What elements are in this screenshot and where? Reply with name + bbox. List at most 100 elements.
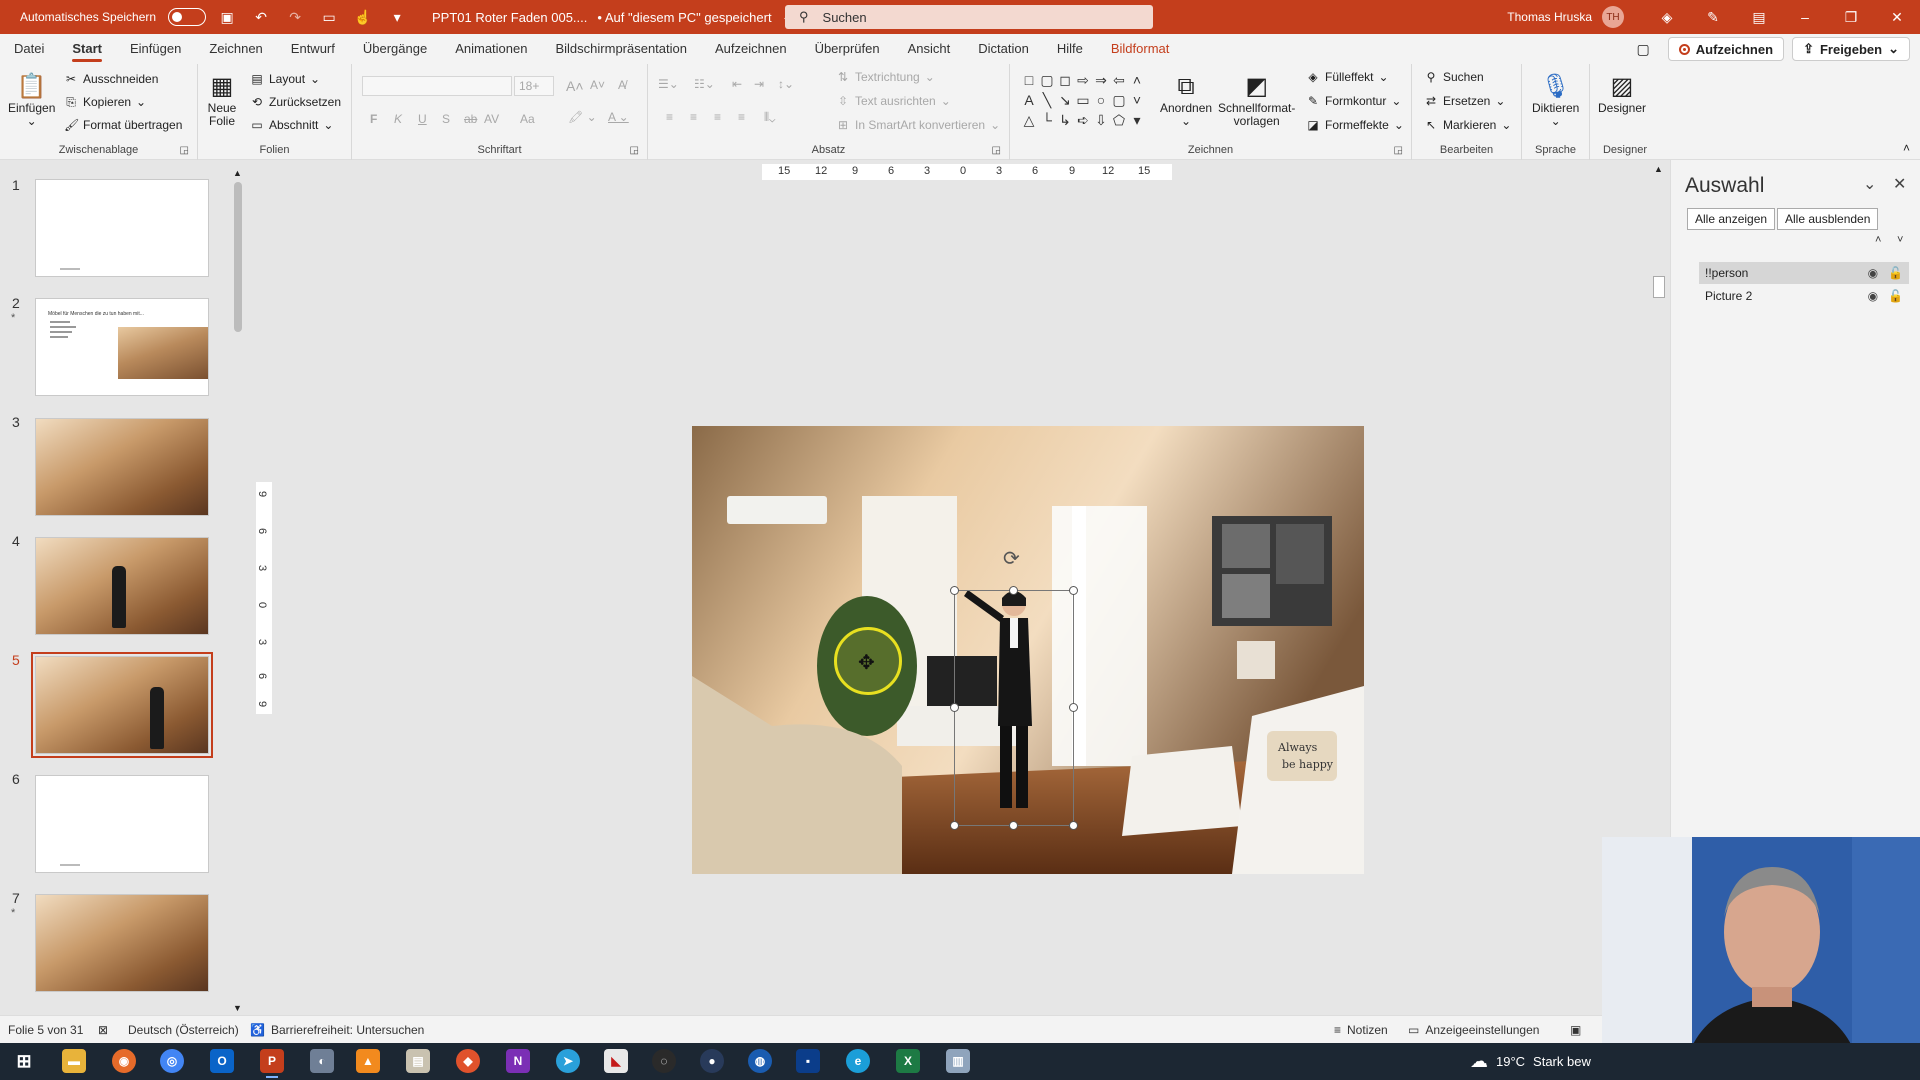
- slide-thumbnail-6[interactable]: [35, 775, 209, 873]
- clear-format-icon[interactable]: A̸: [618, 78, 626, 92]
- tab-zeichnen[interactable]: Zeichnen: [195, 34, 276, 64]
- tab-bildschirmpraesentation[interactable]: Bildschirmpräsentation: [541, 34, 701, 64]
- app-icon[interactable]: ◐: [310, 1049, 334, 1073]
- pentagon-shape-icon[interactable]: ⬠: [1110, 110, 1128, 130]
- block-arrow-shape-icon[interactable]: ➪: [1074, 110, 1092, 130]
- app-icon[interactable]: ◆: [456, 1049, 480, 1073]
- send-backward-icon[interactable]: ˅: [1897, 234, 1903, 246]
- language-indicator[interactable]: Deutsch (Österreich): [128, 1023, 239, 1037]
- avatar[interactable]: TH: [1602, 6, 1624, 28]
- vertical-ruler[interactable]: 9 6 3 0 3 6 9: [256, 482, 272, 714]
- resize-handle[interactable]: [1069, 586, 1078, 595]
- save-icon[interactable]: ▣: [214, 5, 240, 29]
- arrange-button[interactable]: ⧉ Anordnen ⌄: [1160, 70, 1212, 128]
- strikethrough-icon[interactable]: ab: [464, 112, 477, 126]
- tab-einfuegen[interactable]: Einfügen: [116, 34, 195, 64]
- justify-icon[interactable]: ≡: [738, 110, 745, 124]
- app-icon[interactable]: ▥: [946, 1049, 970, 1073]
- slide-thumbnail-5[interactable]: [31, 652, 213, 758]
- underline-button[interactable]: U: [418, 112, 427, 126]
- section-button[interactable]: ▭ Abschnitt ⌄: [250, 118, 333, 132]
- restore-icon[interactable]: ❐: [1828, 0, 1874, 34]
- customize-qat-icon[interactable]: ▾: [384, 5, 410, 29]
- format-painter-button[interactable]: 🖌 Format übertragen: [64, 118, 182, 132]
- app-icon[interactable]: ◣: [604, 1049, 628, 1073]
- rounded-rect-shape-icon[interactable]: ▢: [1110, 90, 1128, 110]
- tab-hilfe[interactable]: Hilfe: [1043, 34, 1097, 64]
- app-icon[interactable]: ▪: [796, 1049, 820, 1073]
- shapes-gallery[interactable]: □ ▢ ◻ ⇨ ⇒ ⇦ ˄ A ╲ ↘ ▭ ○ ▢ ˅ △ └ ↳ ➪ ⇩ ⬠ ▾: [1020, 70, 1150, 134]
- text-shape-icon[interactable]: A: [1020, 90, 1038, 110]
- find-button[interactable]: ⚲ Suchen: [1424, 70, 1484, 84]
- tab-datei[interactable]: Datei: [0, 34, 58, 64]
- tab-bildformat[interactable]: Bildformat: [1097, 34, 1184, 64]
- bullets-icon[interactable]: ☰⌄: [658, 77, 679, 91]
- vlc-icon[interactable]: ▲: [356, 1049, 380, 1073]
- font-size-input[interactable]: 18+: [514, 76, 554, 96]
- normal-view-icon[interactable]: ▣: [1570, 1023, 1581, 1037]
- smartart-button[interactable]: ⊞ In SmartArt konvertieren ⌄: [836, 118, 1000, 132]
- selection-item[interactable]: Picture 2 ◉ 🔓: [1699, 285, 1909, 307]
- font-family-input[interactable]: [362, 76, 512, 96]
- selection-item[interactable]: !!person ◉ 🔓: [1699, 262, 1909, 284]
- lock-icon[interactable]: 🔓: [1888, 266, 1903, 280]
- callout-shape-icon[interactable]: ◻: [1056, 70, 1074, 90]
- down-arrow-shape-icon[interactable]: ⇩: [1092, 110, 1110, 130]
- dialog-launcher-icon[interactable]: ◲: [630, 145, 639, 156]
- firefox-icon[interactable]: ◉: [112, 1049, 136, 1073]
- reset-button[interactable]: ⟲ Zurücksetzen: [250, 95, 341, 109]
- triangle-shape-icon[interactable]: △: [1020, 110, 1038, 130]
- gallery-down-icon[interactable]: ˅: [1128, 90, 1146, 110]
- tab-aufzeichnen[interactable]: Aufzeichnen: [701, 34, 801, 64]
- resize-handle[interactable]: [950, 586, 959, 595]
- arrow-shape-icon[interactable]: ⇨: [1074, 70, 1092, 90]
- premium-icon[interactable]: ◈: [1644, 0, 1690, 34]
- notes-button[interactable]: ≡ Notizen: [1334, 1023, 1388, 1037]
- rectangle-shape-icon[interactable]: □: [1020, 70, 1038, 90]
- rotate-handle-icon[interactable]: ⟳: [1003, 546, 1020, 571]
- tab-dictation[interactable]: Dictation: [964, 34, 1043, 64]
- file-explorer-icon[interactable]: ▬: [62, 1049, 86, 1073]
- quick-styles-button[interactable]: ◩ Schnellformat- vorlagen: [1218, 70, 1295, 128]
- bring-forward-icon[interactable]: ˄: [1875, 234, 1881, 246]
- app-icon[interactable]: ●: [700, 1049, 724, 1073]
- line-spacing-icon[interactable]: ↕⌄: [778, 77, 794, 91]
- touch-mode-icon[interactable]: ☝: [350, 5, 376, 29]
- app-icon[interactable]: ◍: [748, 1049, 772, 1073]
- undo-icon[interactable]: ↶: [248, 5, 274, 29]
- scrollbar-thumb[interactable]: [234, 182, 242, 332]
- close-icon[interactable]: ✕: [1874, 0, 1920, 34]
- tab-uebergaenge[interactable]: Übergänge: [349, 34, 441, 64]
- ribbon-display-icon[interactable]: ▤: [1736, 0, 1782, 34]
- scroll-down-icon[interactable]: ▼: [233, 1003, 242, 1013]
- tab-entwurf[interactable]: Entwurf: [277, 34, 349, 64]
- align-center-icon[interactable]: ≡: [690, 110, 697, 124]
- dialog-launcher-icon[interactable]: ◲: [180, 145, 189, 156]
- paste-button[interactable]: 📋 Einfügen ⌄: [8, 70, 55, 128]
- scroll-up-icon[interactable]: ▲: [233, 168, 242, 178]
- eye-icon[interactable]: ◉: [1868, 266, 1878, 280]
- textbox-shape-icon[interactable]: ▢: [1038, 70, 1056, 90]
- align-text-button[interactable]: ⇳ Text ausrichten ⌄: [836, 94, 951, 108]
- selection-frame[interactable]: [954, 590, 1074, 826]
- align-right-icon[interactable]: ≡: [714, 110, 721, 124]
- lock-icon[interactable]: 🔓: [1888, 289, 1903, 303]
- thumbnail-scrollbar[interactable]: ▲ ▼: [232, 168, 244, 1013]
- replace-button[interactable]: ⇄ Ersetzen ⌄: [1424, 94, 1505, 108]
- minimize-icon[interactable]: –: [1782, 0, 1828, 34]
- present-icon[interactable]: ▭: [316, 5, 342, 29]
- highlight-icon[interactable]: 🖍 ⌄: [568, 110, 597, 124]
- onenote-icon[interactable]: N: [506, 1049, 530, 1073]
- oval-shape-icon[interactable]: ○: [1092, 90, 1110, 110]
- show-all-button[interactable]: Alle anzeigen: [1687, 208, 1776, 230]
- gallery-more-icon[interactable]: ▾: [1128, 110, 1146, 130]
- tab-start[interactable]: Start: [58, 34, 116, 64]
- comments-icon[interactable]: ▢: [1637, 41, 1650, 58]
- layout-button[interactable]: ▤ Layout ⌄: [250, 72, 320, 86]
- windows-start-icon[interactable]: ⊞: [12, 1049, 36, 1073]
- edge-icon[interactable]: e: [846, 1049, 870, 1073]
- horizontal-ruler[interactable]: 15 12 9 6 3 0 3 6 9 12 15: [762, 164, 1172, 180]
- redo-icon[interactable]: ↷: [282, 5, 308, 29]
- powerpoint-icon[interactable]: P: [260, 1049, 284, 1078]
- resize-handle[interactable]: [1009, 821, 1018, 830]
